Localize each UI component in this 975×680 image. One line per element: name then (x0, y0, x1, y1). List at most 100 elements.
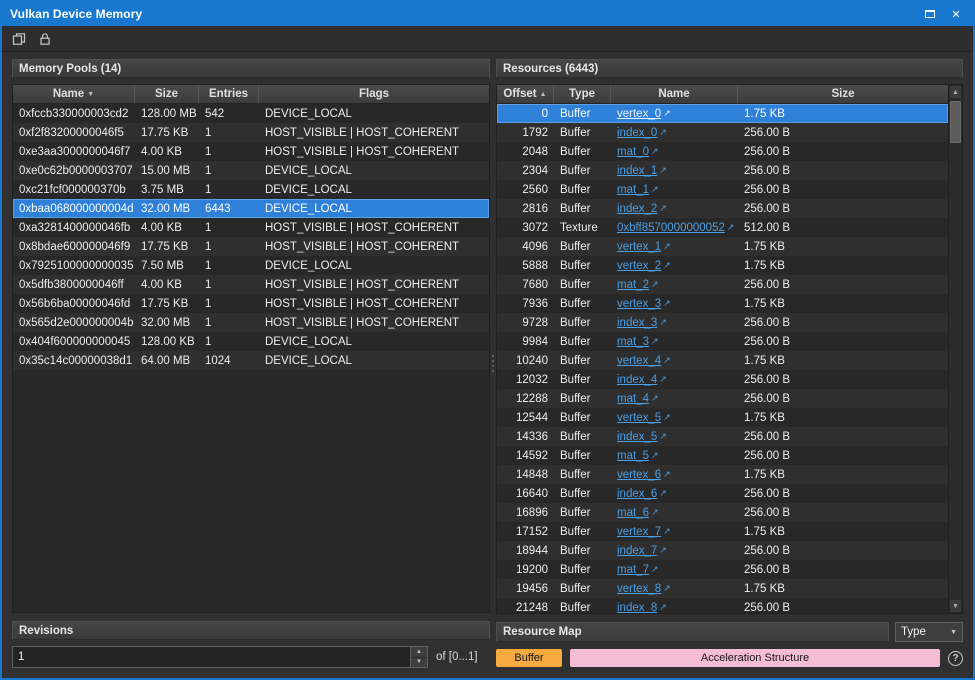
resource-row[interactable]: 9728Bufferindex_3↗256.00 B (497, 313, 948, 332)
resource-row[interactable]: 19456Buffervertex_8↗1.75 KB (497, 579, 948, 598)
resource-link[interactable]: mat_1 (617, 184, 649, 196)
column-header-resource-name[interactable]: Name (611, 85, 738, 103)
resource-row[interactable]: 9984Buffermat_3↗256.00 B (497, 332, 948, 351)
legend-acceleration-structure[interactable]: Acceleration Structure (570, 649, 940, 667)
resource-link[interactable]: index_8 (617, 602, 657, 614)
resource-row[interactable]: 7680Buffermat_2↗256.00 B (497, 275, 948, 294)
resource-row[interactable]: 16896Buffermat_6↗256.00 B (497, 503, 948, 522)
resource-link[interactable]: vertex_5 (617, 412, 661, 424)
resource-row[interactable]: 2816Bufferindex_2↗256.00 B (497, 199, 948, 218)
resource-row[interactable]: 10240Buffervertex_4↗1.75 KB (497, 351, 948, 370)
resource-link[interactable]: vertex_1 (617, 241, 661, 253)
memory-pool-row[interactable]: 0xa3281400000046fb4.00 KB1HOST_VISIBLE |… (13, 218, 489, 237)
column-header-flags[interactable]: Flags (259, 85, 489, 103)
column-header-name[interactable]: Name ▼ (13, 85, 135, 103)
scroll-down-button[interactable]: ▼ (949, 599, 962, 613)
resource-link[interactable]: index_7 (617, 545, 657, 557)
scrollbar-track[interactable] (949, 99, 962, 599)
resource-offset: 14592 (497, 450, 554, 462)
resource-link[interactable]: index_6 (617, 488, 657, 500)
spin-down-button[interactable]: ▼ (411, 658, 427, 668)
resource-link[interactable]: 0xbff8570000000052 (617, 222, 725, 234)
resource-link[interactable]: vertex_4 (617, 355, 661, 367)
resource-row[interactable]: 12288Buffermat_4↗256.00 B (497, 389, 948, 408)
pool-entries: 1 (199, 241, 259, 253)
memory-pool-row[interactable]: 0x56b6ba00000046fd17.75 KB1HOST_VISIBLE … (13, 294, 489, 313)
resource-link[interactable]: mat_5 (617, 450, 649, 462)
resource-row[interactable]: 2048Buffermat_0↗256.00 B (497, 142, 948, 161)
help-icon: ? (952, 653, 958, 664)
resource-link[interactable]: vertex_8 (617, 583, 661, 595)
scroll-up-button[interactable]: ▲ (949, 85, 962, 99)
memory-pool-row[interactable]: 0xfccb330000003cd2128.00 MB542DEVICE_LOC… (13, 104, 489, 123)
column-header-size[interactable]: Size (135, 85, 199, 103)
resource-row[interactable]: 7936Buffervertex_3↗1.75 KB (497, 294, 948, 313)
resource-row[interactable]: 21248Bufferindex_8↗256.00 B (497, 598, 948, 613)
resource-link[interactable]: index_1 (617, 165, 657, 177)
resource-row[interactable]: 17152Buffervertex_7↗1.75 KB (497, 522, 948, 541)
column-header-entries[interactable]: Entries (199, 85, 259, 103)
resource-size: 256.00 B (738, 545, 948, 557)
resource-row[interactable]: 1792Bufferindex_0↗256.00 B (497, 123, 948, 142)
resource-row[interactable]: 2304Bufferindex_1↗256.00 B (497, 161, 948, 180)
resource-link[interactable]: index_5 (617, 431, 657, 443)
resource-link[interactable]: index_3 (617, 317, 657, 329)
resource-row[interactable]: 18944Bufferindex_7↗256.00 B (497, 541, 948, 560)
resource-row[interactable]: 4096Buffervertex_1↗1.75 KB (497, 237, 948, 256)
resource-link[interactable]: vertex_6 (617, 469, 661, 481)
resource-row[interactable]: 14592Buffermat_5↗256.00 B (497, 446, 948, 465)
memory-pool-row[interactable]: 0x8bdae600000046f917.75 KB1HOST_VISIBLE … (13, 237, 489, 256)
resource-link[interactable]: index_0 (617, 127, 657, 139)
resource-link[interactable]: index_4 (617, 374, 657, 386)
memory-pool-row[interactable]: 0x404f600000000045128.00 KB1DEVICE_LOCAL (13, 332, 489, 351)
resource-row[interactable]: 2560Buffermat_1↗256.00 B (497, 180, 948, 199)
legend-buffer[interactable]: Buffer (496, 649, 562, 667)
resource-link[interactable]: vertex_0 (617, 108, 661, 120)
resources-scrollbar[interactable]: ▲ ▼ (948, 85, 962, 613)
memory-pool-row[interactable]: 0x565d2e000000004b32.00 MB1HOST_VISIBLE … (13, 313, 489, 332)
resource-link[interactable]: mat_7 (617, 564, 649, 576)
lock-button[interactable] (34, 28, 56, 50)
memory-pool-row[interactable]: 0x79251000000000357.50 MB1DEVICE_LOCAL (13, 256, 489, 275)
resource-map-type-dropdown[interactable]: Type ▼ (895, 622, 963, 642)
resource-row[interactable]: 19200Buffermat_7↗256.00 B (497, 560, 948, 579)
memory-pool-row[interactable]: 0x35c14c00000038d164.00 MB1024DEVICE_LOC… (13, 351, 489, 370)
resource-link[interactable]: mat_0 (617, 146, 649, 158)
resource-link[interactable]: mat_6 (617, 507, 649, 519)
memory-pool-row[interactable]: 0xbaa068000000004d32.00 MB6443DEVICE_LOC… (13, 199, 489, 218)
pool-name: 0xc21fcf000000370b (13, 184, 135, 196)
spin-up-button[interactable]: ▲ (411, 647, 427, 658)
float-window-button[interactable] (917, 4, 943, 24)
resource-link[interactable]: mat_4 (617, 393, 649, 405)
revision-input[interactable] (13, 647, 410, 667)
resource-row[interactable]: 0Buffervertex_0↗1.75 KB (497, 104, 948, 123)
resource-link[interactable]: index_2 (617, 203, 657, 215)
resource-row[interactable]: 14848Buffervertex_6↗1.75 KB (497, 465, 948, 484)
resource-row[interactable]: 14336Bufferindex_5↗256.00 B (497, 427, 948, 446)
resource-row[interactable]: 5888Buffervertex_2↗1.75 KB (497, 256, 948, 275)
help-button[interactable]: ? (948, 651, 963, 666)
resource-row[interactable]: 12544Buffervertex_5↗1.75 KB (497, 408, 948, 427)
resource-link[interactable]: mat_2 (617, 279, 649, 291)
scrollbar-thumb[interactable] (950, 101, 961, 143)
resource-link[interactable]: vertex_3 (617, 298, 661, 310)
memory-pool-row[interactable]: 0xf2f83200000046f517.75 KB1HOST_VISIBLE … (13, 123, 489, 142)
resource-row[interactable]: 12032Bufferindex_4↗256.00 B (497, 370, 948, 389)
resource-link[interactable]: mat_3 (617, 336, 649, 348)
memory-pool-row[interactable]: 0xe0c62b000000370715.00 MB1DEVICE_LOCAL (13, 161, 489, 180)
resource-row[interactable]: 16640Bufferindex_6↗256.00 B (497, 484, 948, 503)
resource-row[interactable]: 3072Texture0xbff8570000000052↗512.00 B (497, 218, 948, 237)
memory-pool-row[interactable]: 0xe3aa3000000046f74.00 KB1HOST_VISIBLE |… (13, 142, 489, 161)
duplicate-window-button[interactable] (8, 28, 30, 50)
close-button[interactable]: ✕ (943, 4, 969, 24)
memory-pool-row[interactable]: 0x5dfb3800000046ff4.00 KB1HOST_VISIBLE |… (13, 275, 489, 294)
column-header-resource-size[interactable]: Size (738, 85, 948, 103)
resource-link[interactable]: vertex_7 (617, 526, 661, 538)
resource-size: 1.75 KB (738, 355, 948, 367)
column-header-type[interactable]: Type (554, 85, 611, 103)
pool-entries: 1 (199, 184, 259, 196)
goto-resource-icon: ↗ (651, 393, 659, 403)
resource-link[interactable]: vertex_2 (617, 260, 661, 272)
column-header-offset[interactable]: Offset ▲ (497, 85, 554, 103)
memory-pool-row[interactable]: 0xc21fcf000000370b3.75 MB1DEVICE_LOCAL (13, 180, 489, 199)
